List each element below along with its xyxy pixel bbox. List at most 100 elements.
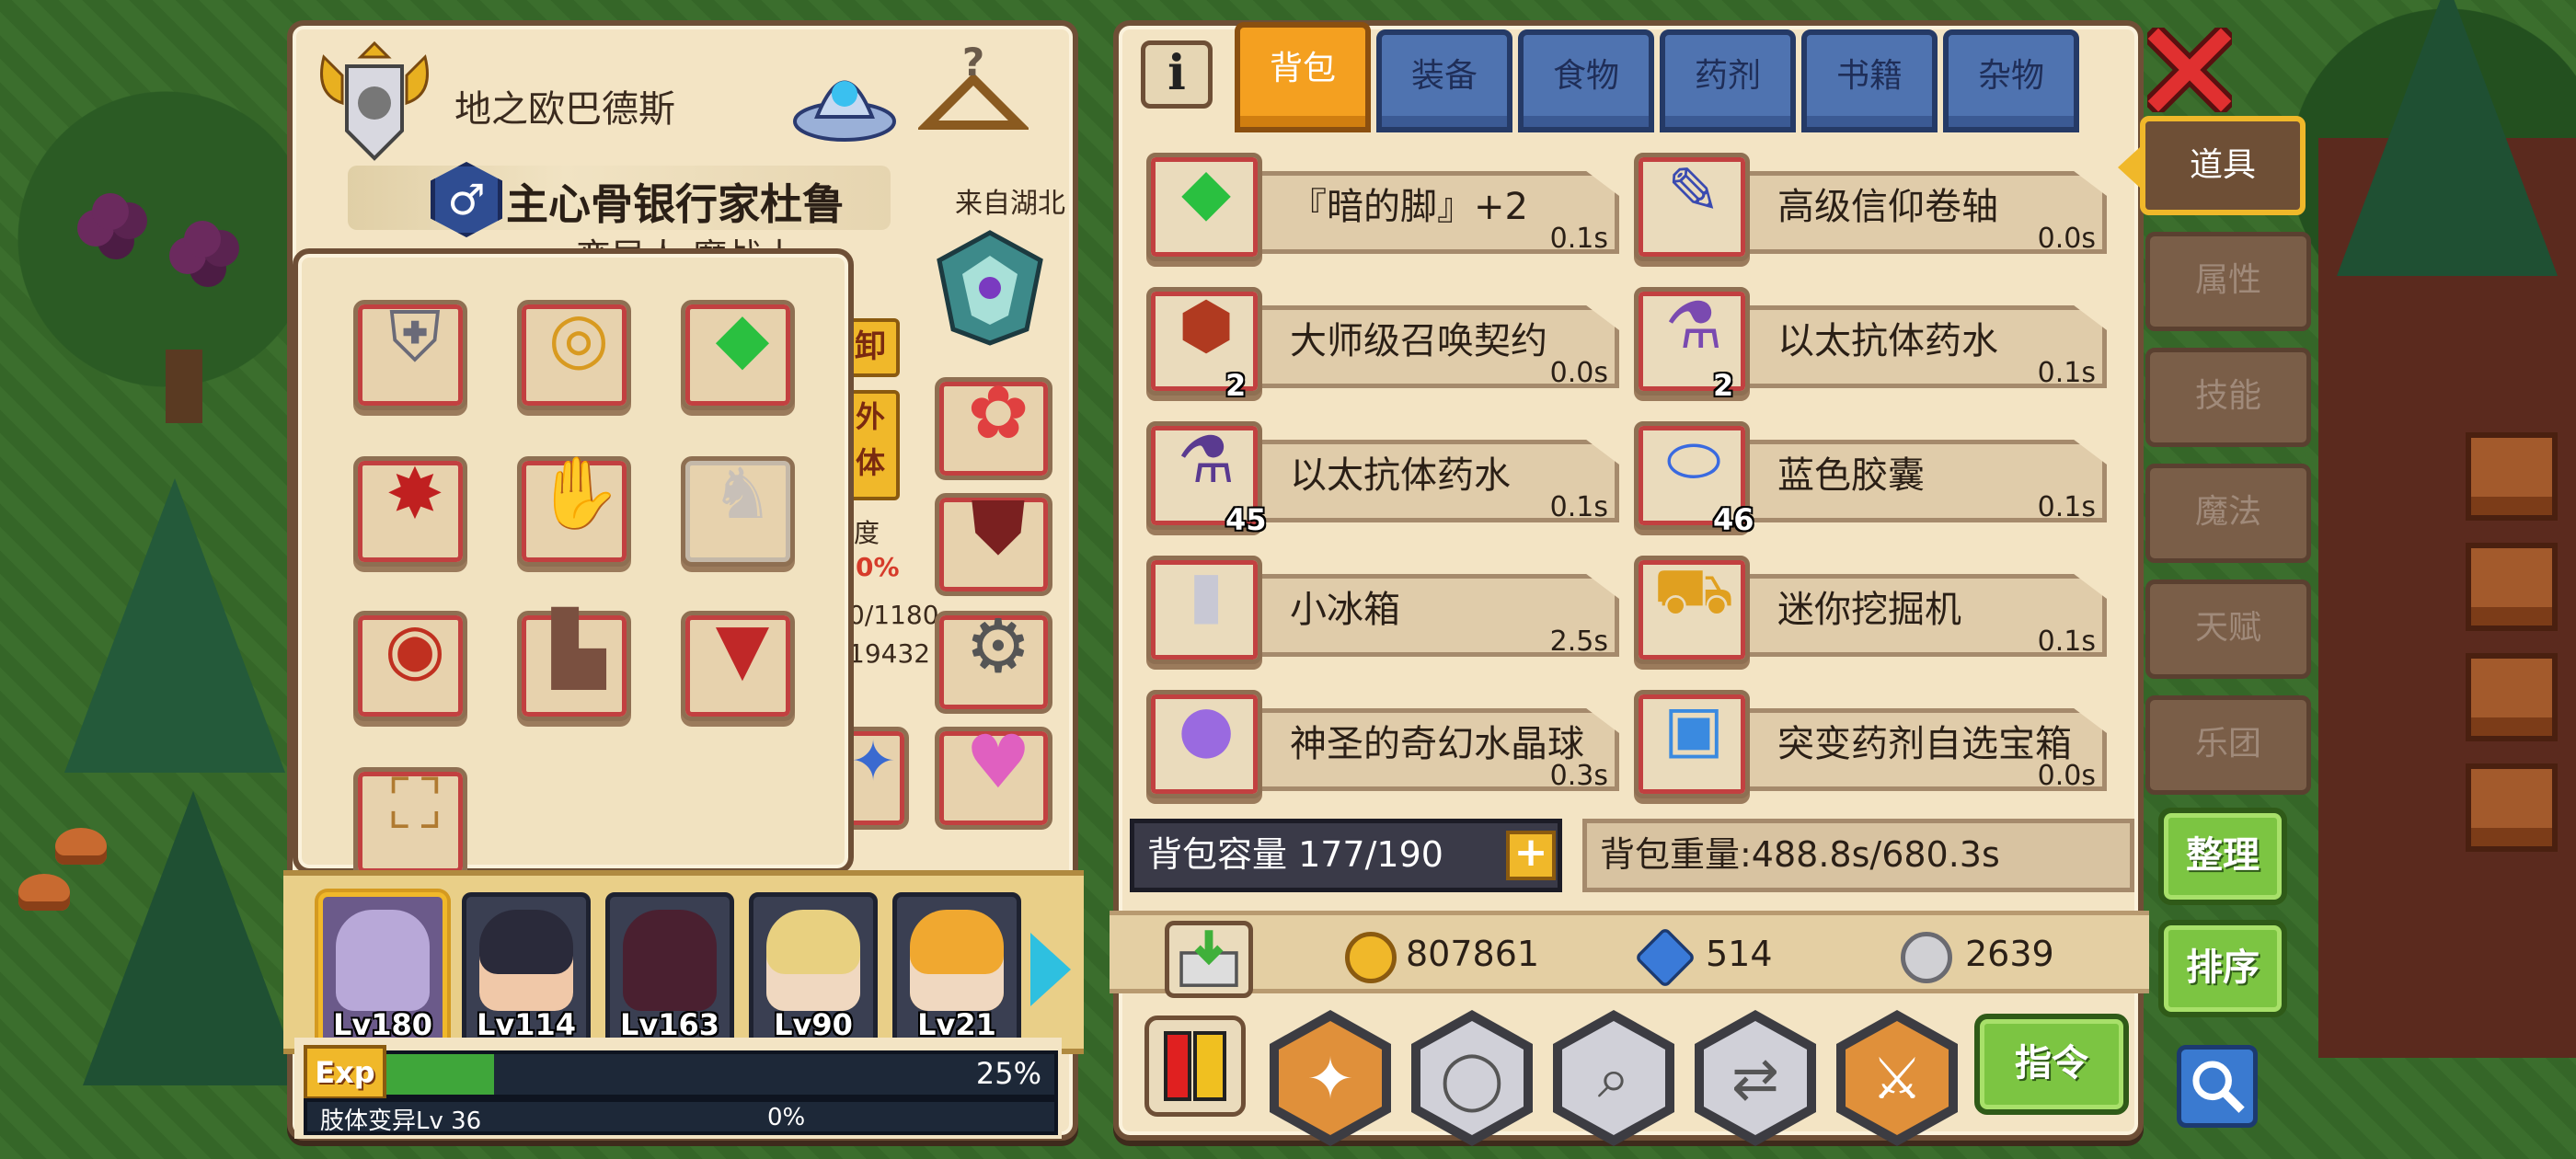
equip-slot-accessory-3[interactable]: ⚙ [935, 603, 1052, 714]
party-member-5[interactable]: Lv21 [892, 892, 1021, 1050]
tidy-button[interactable]: 整理 [2158, 808, 2287, 905]
equip-slot-helm[interactable]: ⛨ [353, 295, 467, 410]
side-tab-talent[interactable]: 天赋 [2145, 580, 2311, 679]
side-tab-attributes[interactable]: 属性 [2145, 232, 2311, 331]
equip-slot-accessory-1[interactable]: ✿ [935, 370, 1052, 480]
tab-misc[interactable]: 杂物 [1943, 29, 2079, 132]
mushroom-decoration [55, 828, 107, 865]
list-item[interactable]: ⛟ 迷你挖掘机 0.1s [1630, 548, 2109, 664]
equip-slot-gauntlet[interactable]: ✸ [353, 453, 467, 567]
tab-food[interactable]: 食物 [1518, 29, 1654, 132]
crate-decoration [2466, 432, 2558, 521]
cannon-icon: ⚙ [965, 602, 1031, 689]
search-icon[interactable] [2177, 1045, 2258, 1128]
list-item[interactable]: ▮ 小冰箱 2.5s [1143, 548, 1621, 664]
info-button[interactable]: i [1141, 40, 1213, 109]
party-next-arrow-icon[interactable] [1030, 933, 1071, 1006]
dagger-icon: ⚔ [1871, 1044, 1923, 1112]
shuriken-button[interactable]: ✦ [1270, 1010, 1391, 1146]
equip-slot-boots[interactable]: ▙ [517, 607, 631, 721]
list-item[interactable]: ⬢ 大师级召唤契约 0.0s 2 [1143, 280, 1621, 403]
experience-section: 25% Exp 肢体变异Lv 36 0% [294, 1038, 1062, 1139]
equip-slot-empty[interactable]: ♞ [681, 453, 795, 567]
equip-slot-belt[interactable]: ◉ [353, 607, 467, 721]
silver-coin-icon [1901, 932, 1952, 983]
exp-bar: 25% [304, 1050, 1058, 1098]
command-button[interactable]: 指令 [1974, 1014, 2129, 1115]
swap-icon: ⇄ [1731, 1044, 1779, 1112]
emerald-boot-icon: ◆ [1181, 154, 1231, 229]
item-name: 以太抗体药水 [1777, 320, 1998, 362]
magnify-button[interactable]: ◯ [1411, 1010, 1533, 1146]
list-item[interactable]: ⚗ 以太抗体药水 0.1s 2 [1630, 280, 2109, 403]
character-name: 主心骨银行家杜鲁 [506, 179, 845, 229]
swap-button[interactable]: ⇄ [1695, 1010, 1816, 1146]
mutation-percent: 0% [767, 1104, 806, 1131]
portal-crystal-icon[interactable] [789, 48, 900, 149]
backpack-capacity: 背包容量 177/190 + [1130, 819, 1562, 892]
party-member-1[interactable]: Lv180 [318, 892, 447, 1050]
item-name: 迷你挖掘机 [1777, 589, 1961, 631]
side-tab-items[interactable]: 道具 [2140, 116, 2306, 215]
equip-slot-ring[interactable]: ◎ [517, 296, 631, 410]
item-icon-frame: ◆ [1146, 153, 1262, 261]
sort-order-button[interactable] [1144, 1016, 1246, 1117]
expand-capacity-button[interactable]: + [1506, 831, 1556, 880]
party-member-3[interactable]: Lv163 [605, 892, 734, 1050]
side-tab-band[interactable]: 乐团 [2145, 695, 2311, 795]
magnify-icon: ◯ [1440, 1044, 1504, 1112]
search-item-button[interactable]: ⌕ [1553, 1010, 1674, 1146]
red-cape-icon: ▼ [715, 606, 770, 689]
list-item[interactable]: ▣ 突变药剂自选宝箱 0.0s [1630, 683, 2109, 798]
tab-equipment[interactable]: 装备 [1376, 29, 1512, 132]
equip-slot-boot[interactable]: ◆ [681, 296, 795, 410]
avatar [766, 910, 860, 1011]
side-tab-magic[interactable]: 魔法 [2145, 464, 2311, 563]
mutation-bar: 肢体变异Lv 36 0% [304, 1098, 1058, 1135]
equip-slot-glove[interactable]: ✋ [517, 452, 631, 567]
tab-books[interactable]: 书籍 [1801, 29, 1938, 132]
search-icon: ⌕ [1597, 1044, 1630, 1111]
treasure-chest-icon: ▣ [1662, 691, 1725, 766]
list-item[interactable]: ⚗ 以太抗体药水 0.1s 45 [1143, 414, 1621, 537]
lace-wings-icon: ✿ [967, 369, 1029, 455]
character-panel: 地之欧巴德斯 ? ♂ 主心骨银行家杜鲁 来自湖北 变异人 魔战士 卸 外 体 度… [283, 20, 1084, 1141]
pine-tree-decoration [83, 791, 304, 1085]
equip-slot-accessory-4[interactable]: ♥ [935, 719, 1052, 830]
red-belt-icon: ◉ [384, 606, 446, 689]
party-member-row: Lv180 Lv114 Lv163 Lv90 Lv21 [283, 870, 1084, 1054]
emblem-slot-icon[interactable] [935, 228, 1045, 348]
close-icon[interactable] [2147, 28, 2232, 112]
mini-fridge-icon: ▮ [1188, 557, 1225, 632]
item-name: 小冰箱 [1290, 589, 1400, 631]
character-origin: 来自湖北 [955, 188, 1065, 220]
party-member-4[interactable]: Lv90 [749, 892, 878, 1050]
item-icon-frame: ● [1146, 690, 1262, 798]
diamond-icon [1634, 926, 1696, 989]
equip-slot-armor[interactable]: ⛶ [353, 763, 467, 878]
pine-tree-decoration [64, 478, 285, 773]
excavator-icon: ⛟ [1652, 552, 1735, 628]
list-item[interactable]: ● 神圣的奇幻水晶球 0.3s [1143, 683, 1621, 798]
party-member-2[interactable]: Lv114 [462, 892, 591, 1050]
list-item[interactable]: ✎ 高级信仰卷轴 0.0s [1630, 145, 2109, 261]
tab-potion[interactable]: 药剂 [1660, 29, 1796, 132]
list-item[interactable]: ⬭ 蓝色胶囊 0.1s 46 [1630, 414, 2109, 537]
side-tab-skills[interactable]: 技能 [2145, 348, 2311, 447]
gold-amount: 807861 [1406, 934, 1540, 974]
crate-decoration [2466, 653, 2558, 741]
storage-download-icon[interactable] [1165, 921, 1253, 998]
skill-button[interactable]: ⚔ [1836, 1010, 1958, 1146]
contract-icon: ⬢ [1178, 288, 1235, 363]
equip-slot-cape[interactable]: ▼ [681, 607, 795, 721]
item-weight: 0.3s [1549, 760, 1608, 792]
sort-button[interactable]: 排序 [2158, 920, 2287, 1017]
item-weight: 0.0s [2037, 760, 2096, 792]
wolf-helm-icon: ⛨ [388, 294, 442, 377]
list-item[interactable]: ◆ 『暗的脚』+2 0.1s [1143, 145, 1621, 261]
crystal-ball-icon: ● [1178, 691, 1235, 766]
item-name: 以太抗体药水 [1290, 454, 1511, 497]
hanger-help-icon[interactable]: ? [918, 42, 1029, 143]
tab-backpack[interactable]: 背包 [1235, 22, 1371, 132]
equip-slot-accessory-2[interactable]: ⛊ [935, 485, 1052, 596]
